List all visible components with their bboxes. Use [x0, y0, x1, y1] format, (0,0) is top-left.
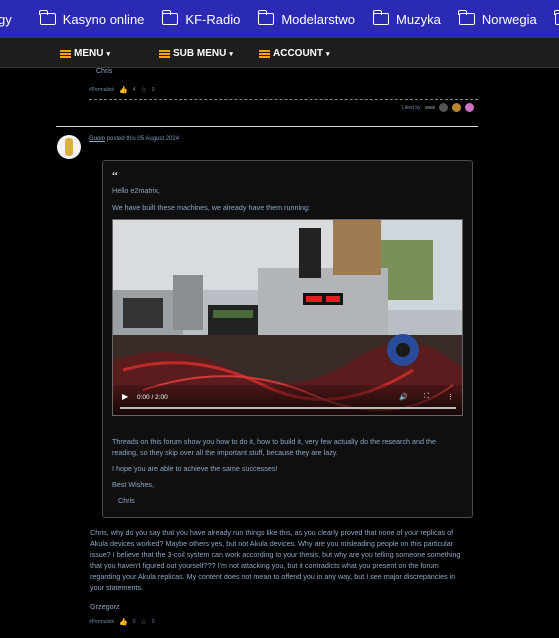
star-icon[interactable]: ☆	[141, 618, 147, 626]
submenu-dropdown[interactable]: SUB MENU ▾	[159, 48, 233, 59]
quote-line: We have built these machines, we already…	[112, 203, 311, 212]
main-nav: MENU ▾ SUB MENU ▾ ACCOUNT ▾	[0, 38, 559, 68]
bookmark-label: KF-Radio	[185, 11, 241, 27]
post-body-line: issue? I believe that the 3-coil system …	[90, 550, 461, 559]
bookmark-ob[interactable]: Ob	[554, 0, 559, 38]
quote-regards: Best Wishes,	[112, 480, 154, 489]
post-meta: #Permalink 👍 0 ☆ 0	[89, 618, 155, 626]
quote-greeting: Hello e2matrix,	[112, 186, 160, 195]
thread-content: Chris #Permalink 👍 4 ☆ 0 Liked by Guolo …	[0, 68, 559, 638]
hamburger-icon	[60, 49, 71, 58]
folder-icon	[372, 10, 390, 25]
username-link[interactable]: Guolo	[89, 136, 105, 142]
quote-paragraph: I hope you are able to achieve the same …	[112, 464, 278, 473]
star-count: 0	[151, 619, 155, 625]
bookmark-kf-radio[interactable]: KF-Radio	[161, 0, 250, 38]
folder-icon	[161, 10, 179, 25]
folder-icon	[39, 10, 56, 25]
menu-label: MENU	[74, 48, 104, 59]
caret-down-icon: ▾	[229, 50, 233, 58]
like-count: 4	[132, 87, 136, 93]
liker-avatar[interactable]	[438, 103, 448, 112]
star-count: 0	[151, 87, 155, 93]
liker-avatar[interactable]	[464, 103, 474, 112]
star-icon[interactable]: ☆	[141, 86, 147, 94]
posted-date: posted this 05 August 2024	[106, 136, 180, 142]
video-progress-bar[interactable]	[120, 407, 456, 409]
permalink-link[interactable]: #Permalink	[89, 87, 114, 93]
post-separator	[56, 126, 478, 127]
avatar-figure	[65, 138, 73, 156]
previous-post-meta: #Permalink 👍 4 ☆ 0	[89, 86, 155, 94]
folder-icon	[554, 10, 559, 25]
bookmark-label: gy	[0, 11, 12, 27]
folder-icon	[257, 10, 275, 25]
submenu-label: SUB MENU	[173, 48, 227, 59]
bookmark-gy[interactable]: gy	[0, 0, 22, 38]
quote-paragraph-line: reading, so they skip over all the impor…	[112, 448, 338, 457]
thumbs-up-icon[interactable]: 👍	[119, 618, 128, 626]
video-time: 0:00 / 2:00	[137, 394, 168, 401]
quote-signature: Chris	[118, 496, 135, 505]
bookmark-kasyno-online[interactable]: Kasyno online	[39, 0, 155, 38]
like-count: 0	[132, 619, 136, 625]
play-icon[interactable]: ▶	[122, 392, 128, 401]
post-signature: Grzegorz	[90, 602, 120, 611]
hamburger-icon	[259, 49, 270, 58]
bookmark-label: Norwegia	[481, 11, 537, 27]
post-header: Guolo posted this 05 August 2024	[89, 136, 179, 142]
post-body: Chris, why do you say that you have alre…	[90, 527, 478, 593]
more-options-icon[interactable]: ⋮	[447, 393, 454, 401]
post-body-line: your statements.	[90, 583, 144, 592]
quote-mark-icon: “	[112, 168, 118, 183]
video-player[interactable]: ▶ 0:00 / 2:00 🔊 ⛶ ⋮	[112, 219, 463, 416]
bookmark-label: Muzyka	[396, 11, 441, 27]
quote-paragraph-line: Threads on this forum show you how to do…	[112, 437, 437, 446]
quote-block: “ Hello e2matrix, We have built these ma…	[102, 160, 473, 518]
thumbs-up-icon[interactable]: 👍	[119, 86, 128, 94]
bookmark-label: Modelarstwo	[281, 11, 356, 27]
liker-avatar-icon[interactable]	[424, 106, 435, 109]
account-dropdown[interactable]: ACCOUNT ▾	[259, 48, 330, 59]
fullscreen-icon[interactable]: ⛶	[424, 393, 429, 401]
caret-down-icon: ▾	[106, 50, 110, 58]
previous-post-signature: Chris	[96, 68, 113, 75]
account-label: ACCOUNT	[273, 48, 323, 59]
folder-icon	[458, 10, 475, 25]
dashed-divider	[89, 99, 478, 100]
post-body-line: that you haven't figured out yourself???…	[90, 561, 439, 570]
bookmark-modelarstwo[interactable]: Modelarstwo	[257, 0, 365, 38]
caret-down-icon: ▾	[326, 50, 330, 58]
bookmark-norwegia[interactable]: Norwegia	[458, 0, 547, 38]
post-body-line: Akula devices worked? Maybe others yes, …	[90, 539, 454, 548]
hamburger-icon	[159, 49, 170, 58]
liked-by-label: Liked by	[402, 104, 421, 111]
post-body-line: Chris, why do you say that you have alre…	[90, 528, 454, 537]
liker-avatar[interactable]	[451, 103, 461, 112]
permalink-link[interactable]: #Permalink	[89, 619, 114, 625]
liked-by: Liked by	[402, 103, 474, 112]
bookmarks-bar: gy Kasyno online KF-Radio Modelarstwo Mu…	[0, 0, 559, 38]
volume-icon[interactable]: 🔊	[399, 393, 408, 401]
bookmark-muzyka[interactable]: Muzyka	[372, 0, 451, 38]
bookmark-label: Kasyno online	[62, 11, 145, 27]
menu-dropdown[interactable]: MENU ▾	[60, 48, 110, 59]
user-avatar[interactable]	[57, 135, 81, 159]
post-body-line: regarding your Akula replicas. My conten…	[90, 572, 456, 581]
